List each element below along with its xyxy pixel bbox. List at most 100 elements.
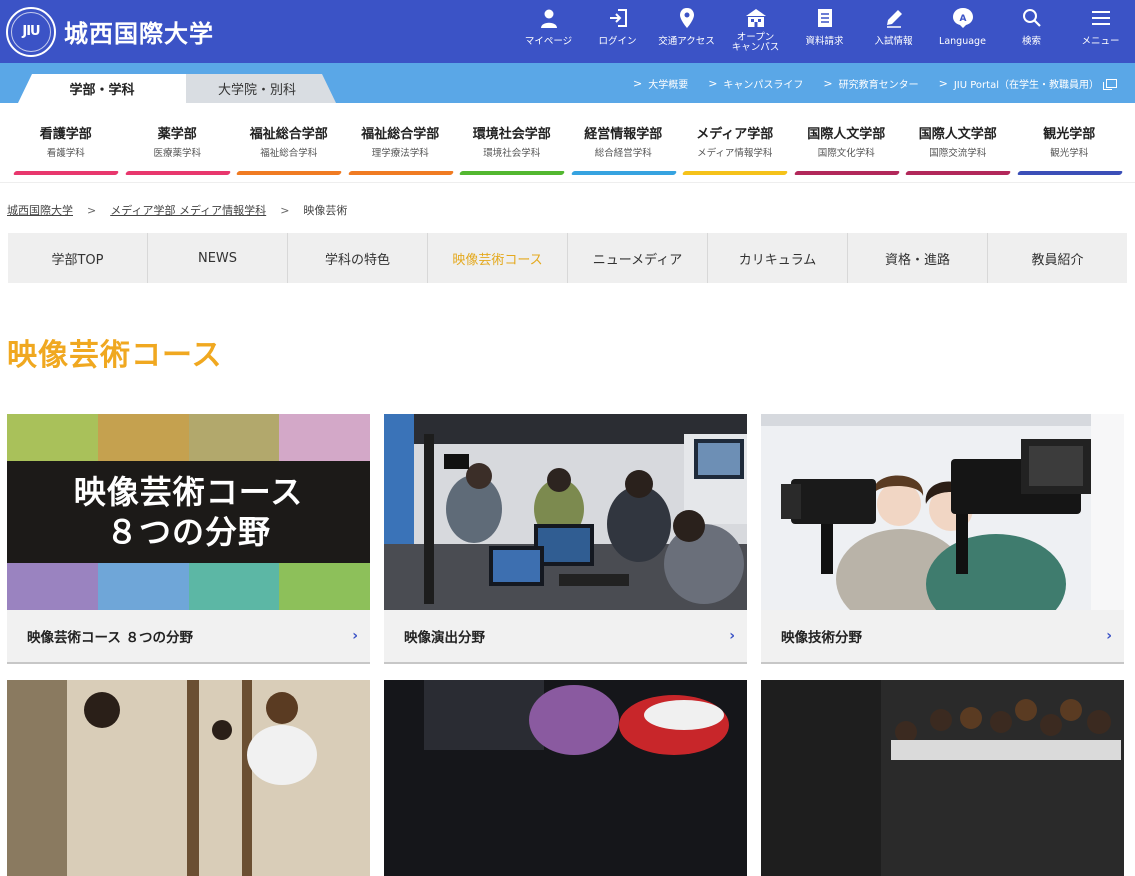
faculty-department: 国際文化学科 bbox=[817, 148, 875, 159]
subnav-film-art-course[interactable]: 映像芸術コース bbox=[428, 233, 568, 283]
header-nav-open-campus[interactable]: オープン キャンパス bbox=[721, 0, 790, 63]
site-logo[interactable]: JIU 城西国際大学 bbox=[6, 6, 214, 57]
card-caption[interactable]: 映像芸術コース ８つの分野 › bbox=[7, 610, 370, 664]
faculty-color-bar bbox=[570, 171, 677, 175]
card-row2-1[interactable] bbox=[7, 680, 370, 876]
page-title: 映像芸術コース bbox=[7, 338, 223, 373]
card-image-studio-photo bbox=[384, 414, 747, 610]
utility-links: > 大学概要 > キャンパスライフ > 研究教育センター > JIU Portal（在学… bbox=[633, 63, 1117, 103]
faculty-color-bar bbox=[1016, 171, 1123, 175]
header-nav-admission[interactable]: 入試情報 bbox=[859, 0, 928, 63]
faculty-item[interactable]: 経営情報学部総合経営学科 bbox=[568, 127, 680, 182]
svg-text:A: A bbox=[959, 14, 966, 24]
faculty-name: 福祉総合学部 bbox=[249, 127, 328, 142]
card-caption[interactable]: 映像技術分野 › bbox=[761, 610, 1124, 664]
menu-icon bbox=[1090, 7, 1112, 29]
faculty-item[interactable]: 薬学部 医療薬学科 bbox=[122, 127, 234, 182]
faculty-name: 国際人文学部 bbox=[918, 127, 997, 142]
tab-graduate[interactable]: 大学院・別科 bbox=[178, 74, 336, 103]
language-icon: A bbox=[952, 7, 974, 29]
faculty-nav: 看護学部 看護学科 薬学部 医療薬学科 福祉総合学部 福祉総合学科 福祉総合学部 理学療法学科… bbox=[0, 103, 1135, 183]
pencil-icon bbox=[883, 7, 905, 29]
faculty-name: 看護学部 bbox=[39, 127, 92, 142]
chevron-right-icon: > bbox=[708, 76, 718, 90]
external-link-icon bbox=[1103, 78, 1117, 90]
faculty-department: 総合経営学科 bbox=[594, 148, 652, 159]
faculty-color-bar bbox=[124, 171, 231, 175]
faculty-department: 観光学科 bbox=[1050, 148, 1089, 159]
breadcrumb: 城西国際大学 > メディア学部 メディア情報学科 > 映像芸術 bbox=[0, 183, 1135, 233]
faculty-name: 観光学部 bbox=[1043, 127, 1096, 142]
header-nav-language[interactable]: A Language bbox=[928, 0, 997, 63]
faculty-department: メディア情報学科 bbox=[697, 148, 773, 159]
department-subnav: 学部TOP NEWS 学科の特色 映像芸術コース ニューメディア カリキュラム … bbox=[8, 233, 1127, 283]
card-banner-text: 映像芸術コース ８つの分野 bbox=[7, 461, 370, 563]
link-campus-life[interactable]: > キャンパスライフ bbox=[708, 76, 803, 91]
card-technology-field[interactable]: 映像技術分野 › bbox=[761, 414, 1124, 664]
header-nav-login[interactable]: ログイン bbox=[583, 0, 652, 63]
faculty-department: 理学療法学科 bbox=[371, 148, 429, 159]
subnav-news[interactable]: NEWS bbox=[148, 233, 288, 283]
link-overview[interactable]: > 大学概要 bbox=[633, 76, 688, 91]
university-name: 城西国際大学 bbox=[64, 20, 214, 48]
faculty-color-bar bbox=[235, 171, 342, 175]
faculty-name: 経営情報学部 bbox=[584, 127, 663, 142]
header-nav-search[interactable]: 検索 bbox=[997, 0, 1066, 63]
faculty-item[interactable]: 福祉総合学部福祉総合学科 bbox=[233, 127, 345, 182]
subnav-faculty-members[interactable]: 教員紹介 bbox=[988, 233, 1127, 283]
link-research-center[interactable]: > 研究教育センター bbox=[823, 76, 918, 91]
faculty-item[interactable]: メディア学部メディア情報学科 bbox=[679, 127, 791, 182]
card-caption[interactable]: 映像演出分野 › bbox=[384, 610, 747, 664]
header-nav-request[interactable]: 資料請求 bbox=[790, 0, 859, 63]
chevron-right-icon: > bbox=[632, 76, 643, 90]
faculty-color-bar bbox=[12, 171, 119, 175]
header-nav-mypage[interactable]: マイページ bbox=[514, 0, 583, 63]
subnav-curriculum[interactable]: カリキュラム bbox=[708, 233, 848, 283]
card-image-students-photo bbox=[761, 680, 1124, 876]
subnav-new-media[interactable]: ニューメディア bbox=[568, 233, 708, 283]
card-image-workshop-photo bbox=[7, 680, 370, 876]
tab-bar: 大学院・別科 学部・学科 > 大学概要 > キャンパスライフ > 研究教育センター >… bbox=[0, 63, 1135, 103]
faculty-department: 環境社会学科 bbox=[483, 148, 541, 159]
subnav-top[interactable]: 学部TOP bbox=[8, 233, 148, 283]
faculty-item[interactable]: 国際人文学部 国際交流学科 bbox=[902, 127, 1014, 182]
document-icon bbox=[814, 7, 836, 29]
faculty-color-bar bbox=[458, 171, 565, 175]
subnav-features[interactable]: 学科の特色 bbox=[288, 233, 428, 283]
card-image-camera-photo bbox=[761, 414, 1124, 610]
subnav-career[interactable]: 資格・進路 bbox=[848, 233, 988, 283]
search-icon bbox=[1021, 7, 1043, 29]
header-nav-menu[interactable]: メニュー bbox=[1066, 0, 1135, 63]
chevron-right-icon: > bbox=[823, 76, 833, 90]
faculty-name: メディア学部 bbox=[696, 127, 774, 142]
login-icon bbox=[607, 7, 629, 29]
faculty-name: 薬学部 bbox=[157, 127, 197, 142]
faculty-item[interactable]: 環境社会学部環境社会学科 bbox=[456, 127, 568, 182]
breadcrumb-home[interactable]: 城西国際大学 bbox=[7, 202, 73, 218]
faculty-item[interactable]: 福祉総合学部理学療法学科 bbox=[345, 127, 457, 182]
tab-faculties[interactable]: 学部・学科 bbox=[18, 74, 186, 103]
person-icon bbox=[538, 7, 560, 29]
card-eight-fields[interactable]: 映像芸術コース ８つの分野 映像芸術コース ８つの分野 › bbox=[7, 414, 370, 664]
faculty-item[interactable]: 国際人文学部国際文化学科 bbox=[791, 127, 903, 182]
link-jiu-portal[interactable]: > JIU Portal（在学生・教職員用） bbox=[939, 76, 1117, 91]
faculty-color-bar bbox=[681, 171, 788, 175]
faculty-color-bar bbox=[904, 171, 1011, 175]
faculty-item[interactable]: 観光学部 観光学科 bbox=[1014, 127, 1126, 182]
faculty-name: 福祉総合学部 bbox=[361, 127, 440, 142]
card-direction-field[interactable]: 映像演出分野 › bbox=[384, 414, 747, 664]
faculty-name: 国際人文学部 bbox=[807, 127, 886, 142]
card-row2-3[interactable] bbox=[761, 680, 1124, 876]
site-header: JIU 城西国際大学 マイページ ログイン 交通アクセス オープン キャンパス … bbox=[0, 0, 1135, 63]
faculty-item[interactable]: 看護学部 看護学科 bbox=[10, 127, 122, 182]
faculty-department: 医療薬学科 bbox=[153, 148, 201, 159]
breadcrumb-parent[interactable]: メディア学部 メディア情報学科 bbox=[110, 202, 266, 218]
faculty-name: 環境社会学部 bbox=[472, 127, 551, 142]
card-row2-2[interactable] bbox=[384, 680, 747, 876]
university-seal-icon: JIU bbox=[6, 6, 56, 57]
faculty-color-bar bbox=[347, 171, 454, 175]
faculty-department: 福祉総合学科 bbox=[260, 148, 318, 159]
breadcrumb-separator: > bbox=[280, 203, 290, 217]
campus-icon bbox=[745, 7, 767, 29]
header-nav-access[interactable]: 交通アクセス bbox=[652, 0, 721, 63]
